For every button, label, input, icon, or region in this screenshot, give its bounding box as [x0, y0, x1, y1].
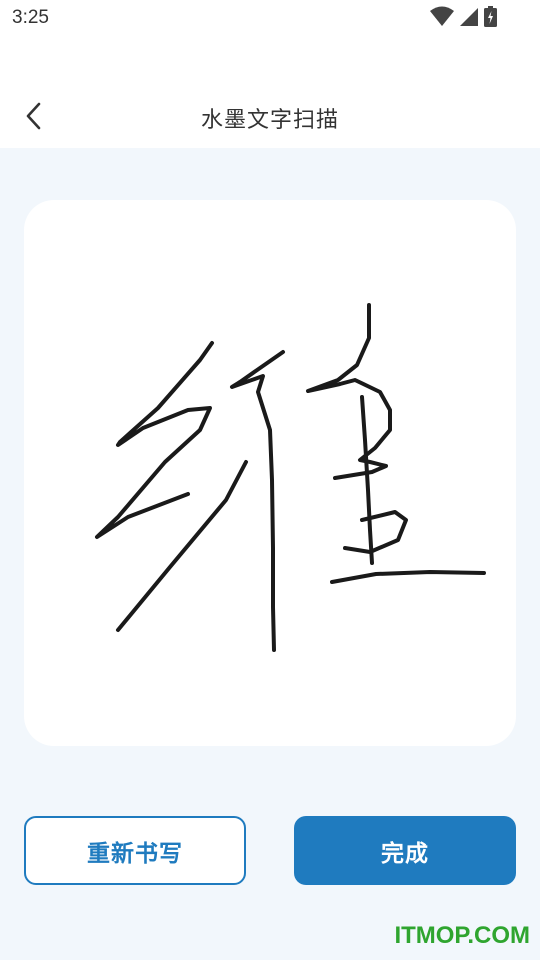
- status-time: 3:25: [12, 7, 49, 28]
- page-title: 水墨文字扫描: [200, 108, 339, 133]
- signal-icon: [460, 8, 478, 26]
- wifi-icon: [430, 6, 454, 26]
- watermark: ITMOP.COM: [394, 922, 530, 949]
- status-icons: [430, 6, 497, 27]
- done-button[interactable]: 完成: [294, 816, 516, 885]
- handwriting-canvas[interactable]: [24, 200, 516, 746]
- status-bar: 3:25: [0, 0, 540, 36]
- rewrite-button[interactable]: 重新书写: [24, 816, 246, 885]
- nav-bar: 水墨文字扫描: [0, 36, 540, 148]
- battery-charging-icon: [484, 6, 497, 27]
- handwritten-character: [95, 303, 486, 652]
